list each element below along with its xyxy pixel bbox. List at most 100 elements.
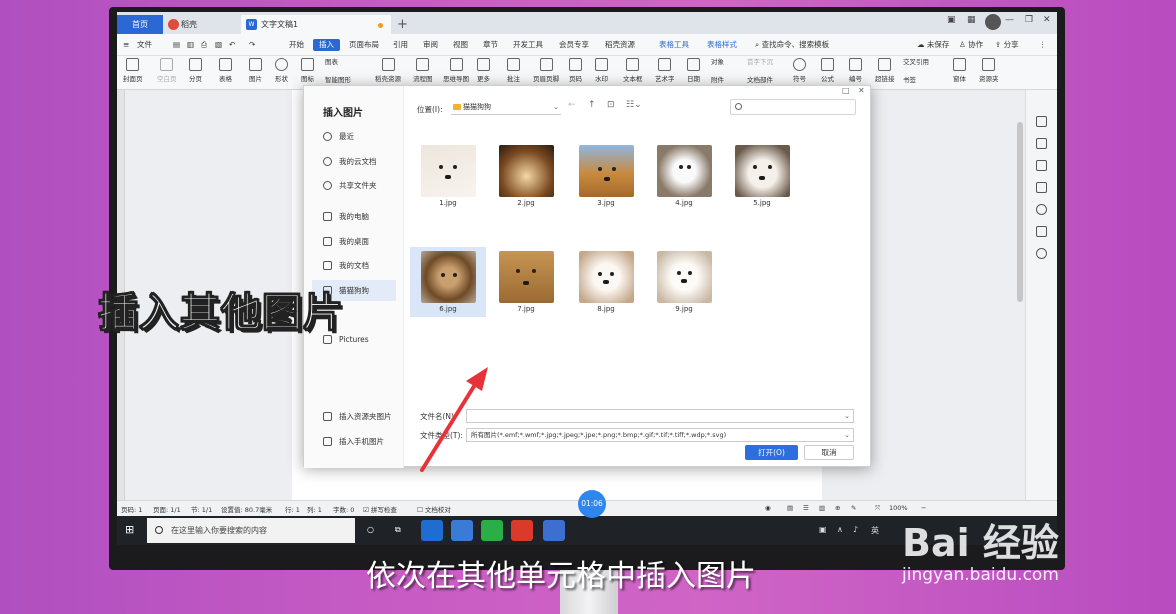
dialog-maximize-icon[interactable]: □ [842, 86, 850, 95]
ribbon-table[interactable]: 表格 [219, 58, 232, 83]
file-thumbnail-selected[interactable]: 6.jpg [410, 247, 486, 317]
wechat-icon[interactable] [481, 520, 503, 541]
menu-start[interactable]: 开始 [289, 39, 304, 51]
menu-member[interactable]: 会员专享 [559, 39, 589, 51]
ribbon-crossref[interactable]: 交叉引用 [903, 56, 929, 66]
ribbon-icons[interactable]: 图标 [301, 58, 314, 83]
file-thumbnail[interactable]: 3.jpg [568, 141, 644, 211]
dialog-search-input[interactable] [730, 99, 856, 115]
ribbon-more[interactable]: 更多 [477, 58, 490, 83]
ribbon-object[interactable]: 对象 [711, 56, 724, 66]
minimize-icon[interactable]: — [1005, 15, 1014, 25]
file-thumbnail[interactable]: 4.jpg [646, 141, 722, 211]
ribbon-daoke[interactable]: 稻壳资源 [375, 58, 401, 83]
file-thumbnail[interactable]: 9.jpg [646, 247, 722, 317]
tray-notify-icon[interactable]: ♪ [853, 525, 858, 534]
tray-ime-icon[interactable]: 英 [871, 525, 879, 536]
nav-resource-folder-pictures[interactable]: 插入资源夹图片 [323, 411, 392, 423]
maximize-icon[interactable]: ❐ [1025, 15, 1033, 25]
filetype-select[interactable]: 所有图片(*.emf;*.wmf;*.jpg;*.jpeg;*.jpe;*.pn… [466, 428, 854, 442]
proofread-button[interactable]: ☐ 文档校对 [417, 504, 451, 514]
ribbon-blank-page[interactable]: 空白页 [157, 58, 177, 83]
menu-view[interactable]: 视图 [453, 39, 468, 51]
location-dropdown[interactable]: 猫猫狗狗 ⌄ [451, 100, 561, 115]
view-mode-icon[interactable]: ☷⌄ [626, 100, 642, 110]
tray-app-icon[interactable]: ▣ [819, 525, 827, 534]
filename-input[interactable]: ⌄ [466, 409, 854, 423]
nav-cloud-docs[interactable]: 我的云文档 [323, 156, 377, 168]
nav-my-documents[interactable]: 我的文档 [323, 260, 369, 272]
cursor-icon[interactable] [1036, 160, 1047, 171]
read-view-icon[interactable]: ▥ [819, 504, 825, 512]
edge-icon[interactable] [421, 520, 443, 541]
ribbon-dropcap[interactable]: 首字下沉 [747, 56, 773, 66]
undo-icon[interactable]: ↶ [229, 39, 235, 51]
cortana-icon[interactable]: ○ [367, 525, 374, 534]
template-icon[interactable] [1036, 226, 1047, 237]
windows-start-icon[interactable]: ⊞ [125, 524, 137, 536]
help-icon[interactable] [1036, 204, 1047, 215]
eye-icon[interactable]: ◉ [765, 504, 771, 512]
back-icon[interactable]: ← [568, 100, 576, 110]
rocket-icon[interactable] [1036, 116, 1047, 127]
tray-show-icon[interactable]: ∧ [837, 525, 843, 534]
edit-view-icon[interactable]: ✎ [851, 504, 856, 512]
spell-check-button[interactable]: ☑ 拼写检查 [363, 504, 397, 514]
ribbon-wordart[interactable]: 艺术字 [655, 58, 675, 83]
nav-phone-pictures[interactable]: 插入手机图片 [323, 436, 384, 448]
page-view-icon[interactable]: ▤ [787, 504, 793, 512]
pen-icon[interactable] [1036, 138, 1047, 149]
cancel-button[interactable]: 取消 [804, 445, 854, 460]
ribbon-symbol[interactable]: 符号 [793, 58, 806, 83]
nav-my-computer[interactable]: 我的电脑 [323, 211, 369, 223]
layout-icon[interactable]: ▣ [947, 15, 956, 25]
menu-chapter[interactable]: 章节 [483, 39, 498, 51]
ribbon-page-number[interactable]: 页码 [569, 58, 582, 83]
ribbon-formula[interactable]: 公式 [821, 58, 834, 83]
more-icon[interactable]: ⋮ [1039, 39, 1047, 51]
zoom-out-button[interactable]: − [921, 504, 926, 512]
ribbon-page-break[interactable]: 分页 [189, 58, 202, 83]
tab-document[interactable]: W 文字文稿1 [241, 15, 391, 34]
ribbon-bookmark[interactable]: 书签 [903, 74, 916, 84]
task-view-icon[interactable]: ⧉ [395, 525, 401, 535]
ribbon-resource-folder[interactable]: 资源夹 [979, 58, 999, 83]
fit-icon[interactable]: ⤧ [875, 504, 880, 513]
hamburger-icon[interactable]: ≡ [123, 39, 129, 51]
export-icon[interactable]: ▥ [187, 39, 194, 51]
ribbon-hyperlink[interactable]: 超链接 [875, 58, 895, 83]
wps-icon[interactable] [511, 520, 533, 541]
open-button[interactable]: 打开(O) [745, 445, 798, 460]
ribbon-header-footer[interactable]: 页眉页脚 [533, 58, 559, 83]
collab-button[interactable]: ♙ 协作 [959, 39, 983, 51]
new-tab-button[interactable]: + [397, 15, 413, 34]
print-icon[interactable]: ⎙ [201, 39, 207, 51]
sliders-icon[interactable] [1036, 182, 1047, 193]
menu-review[interactable]: 审阅 [423, 39, 438, 51]
taskbar-search-box[interactable]: 在这里输入你要搜索的内容 [147, 518, 355, 543]
ribbon-attachment[interactable]: 附件 [711, 74, 724, 84]
tab-home[interactable]: 首页 [117, 15, 163, 34]
vertical-scrollbar[interactable] [1017, 122, 1023, 302]
file-thumbnail[interactable]: 2.jpg [488, 141, 564, 211]
file-thumbnail[interactable]: 1.jpg [410, 141, 486, 211]
close-icon[interactable]: ✕ [1043, 15, 1051, 25]
location-icon[interactable] [1036, 248, 1047, 259]
nav-my-desktop[interactable]: 我的桌面 [323, 236, 369, 248]
ribbon-flowchart[interactable]: 流程图 [413, 58, 433, 83]
menu-layout[interactable]: 页面布局 [349, 39, 379, 51]
ribbon-comment[interactable]: 批注 [507, 58, 520, 83]
new-folder-icon[interactable]: ⊡ [607, 100, 615, 110]
ribbon-watermark[interactable]: 水印 [595, 58, 608, 83]
web-view-icon[interactable]: ⊕ [835, 504, 840, 512]
ribbon-mindmap[interactable]: 思维导图 [443, 58, 469, 83]
menu-insert[interactable]: 插入 [313, 39, 340, 51]
ribbon-doc-parts[interactable]: 文档部件 [747, 74, 773, 84]
preview-icon[interactable]: ▧ [215, 39, 222, 51]
nav-recent[interactable]: 最近 [323, 131, 354, 143]
writer-app-icon[interactable] [543, 520, 565, 541]
apps-grid-icon[interactable]: ▦ [967, 15, 976, 25]
share-button[interactable]: ⇪ 分享 [995, 39, 1019, 51]
ribbon-chart[interactable]: 图表 [325, 56, 338, 66]
file-thumbnail[interactable]: 5.jpg [724, 141, 800, 211]
